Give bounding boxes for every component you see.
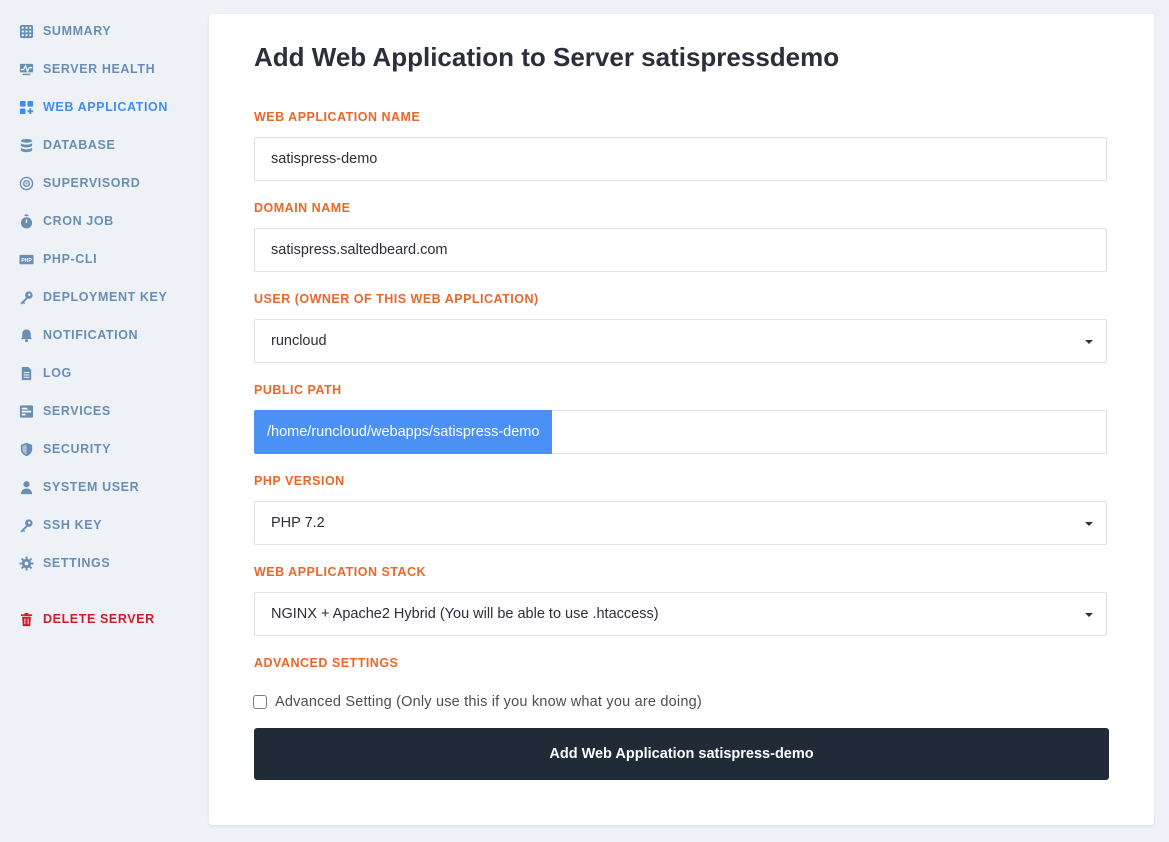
trash-icon	[18, 611, 34, 627]
delete-server-label: DELETE SERVER	[43, 612, 155, 626]
database-icon	[18, 137, 34, 153]
domain-name-value: satispress.saltedbeard.com	[271, 242, 448, 258]
php-version-value: PHP 7.2	[271, 515, 325, 531]
sidebar-item-web-application[interactable]: WEB APPLICATION	[18, 97, 168, 117]
svg-text:PHP: PHP	[21, 257, 32, 263]
sidebar-item-notification[interactable]: NOTIFICATION	[18, 325, 138, 345]
web-app-name-value: satispress-demo	[271, 151, 378, 167]
chevron-down-icon	[1085, 613, 1093, 617]
domain-name-label: DOMAIN NAME	[254, 201, 351, 215]
domain-name-input[interactable]: satispress.saltedbeard.com	[254, 228, 1107, 272]
sidebar-item-label: WEB APPLICATION	[43, 100, 168, 114]
stack-label: WEB APPLICATION STACK	[254, 565, 427, 579]
sidebar-item-ssh-key[interactable]: SSH KEY	[18, 515, 102, 535]
sidebar-item-summary[interactable]: SUMMARY	[18, 21, 111, 41]
php-icon: PHP	[18, 251, 34, 267]
sidebar-item-security[interactable]: SECURITY	[18, 439, 111, 459]
user-icon	[18, 479, 34, 495]
sidebar-item-label: SUPERVISORD	[43, 176, 141, 190]
sidebar-item-label: SETTINGS	[43, 556, 111, 570]
sidebar-item-database[interactable]: DATABASE	[18, 135, 115, 155]
page-title: Add Web Application to Server satispress…	[254, 42, 840, 72]
sidebar-item-settings[interactable]: SETTINGS	[18, 553, 110, 573]
sidebar-item-label: SYSTEM USER	[43, 480, 140, 494]
sidebar-item-services[interactable]: SERVICES	[18, 401, 111, 421]
user-label: USER (OWNER OF THIS WEB APPLICATION)	[254, 292, 539, 306]
stack-select[interactable]: NGINX + Apache2 Hybrid (You will be able…	[254, 592, 1107, 636]
sidebar-item-label: DEPLOYMENT KEY	[43, 290, 168, 304]
sidebar-item-label: LOG	[43, 366, 72, 380]
chevron-down-icon	[1085, 522, 1093, 526]
sidebar: SUMMARY SERVER HEALTH WEB APPLICATION DA…	[0, 0, 200, 842]
sidebar-item-supervisord[interactable]: SUPERVISORD	[18, 173, 140, 193]
advanced-settings-label: ADVANCED SETTINGS	[254, 656, 399, 670]
sidebar-item-label: PHP-CLI	[43, 252, 98, 266]
services-icon	[18, 403, 34, 419]
public-path-field: /home/runcloud/webapps/satispress-demo	[254, 409, 1107, 454]
sidebar-item-label: DATABASE	[43, 138, 116, 152]
web-app-name-label: WEB APPLICATION NAME	[254, 110, 421, 124]
advanced-setting-checkbox[interactable]	[253, 695, 267, 709]
sidebar-item-server-health[interactable]: SERVER HEALTH	[18, 59, 155, 79]
sidebar-item-label: SUMMARY	[43, 24, 112, 38]
sidebar-item-php-cli[interactable]: PHP PHP-CLI	[18, 249, 97, 269]
sidebar-item-log[interactable]: LOG	[18, 363, 72, 383]
advanced-setting-checkbox-label[interactable]: Advanced Setting (Only use this if you k…	[275, 694, 702, 710]
key-icon	[18, 517, 34, 533]
gear-circle-icon	[18, 175, 34, 191]
public-path-label: PUBLIC PATH	[254, 383, 342, 397]
sidebar-item-label: SECURITY	[43, 442, 112, 456]
sidebar-item-system-user[interactable]: SYSTEM USER	[18, 477, 139, 497]
public-path-prefix: /home/runcloud/webapps/satispress-demo	[254, 409, 553, 454]
public-path-input[interactable]	[552, 411, 1106, 453]
apps-grid-icon	[18, 99, 34, 115]
sidebar-item-label: CRON JOB	[43, 214, 114, 228]
chevron-down-icon	[1085, 340, 1093, 344]
stack-value: NGINX + Apache2 Hybrid (You will be able…	[271, 606, 659, 622]
user-select[interactable]: runcloud	[254, 319, 1107, 363]
php-version-label: PHP VERSION	[254, 474, 345, 488]
delete-server-button[interactable]: DELETE SERVER	[18, 609, 155, 629]
sidebar-item-label: SERVICES	[43, 404, 111, 418]
monitor-icon	[18, 61, 34, 77]
php-version-select[interactable]: PHP 7.2	[254, 501, 1107, 545]
sidebar-item-deployment-key[interactable]: DEPLOYMENT KEY	[18, 287, 167, 307]
summary-grid-icon	[18, 23, 34, 39]
sidebar-item-cron-job[interactable]: CRON JOB	[18, 211, 114, 231]
sidebar-item-label: NOTIFICATION	[43, 328, 139, 342]
key-icon	[18, 289, 34, 305]
sidebar-item-label: SERVER HEALTH	[43, 62, 156, 76]
stopwatch-icon	[18, 213, 34, 229]
sidebar-item-label: SSH KEY	[43, 518, 103, 532]
document-icon	[18, 365, 34, 381]
web-app-name-input[interactable]: satispress-demo	[254, 137, 1107, 181]
add-web-application-button[interactable]: Add Web Application satispress-demo	[254, 728, 1109, 780]
add-web-application-form: Add Web Application to Server satispress…	[209, 14, 1154, 825]
gear-icon	[18, 555, 34, 571]
bell-icon	[18, 327, 34, 343]
advanced-setting-row: Advanced Setting (Only use this if you k…	[253, 694, 702, 710]
shield-icon	[18, 441, 34, 457]
user-select-value: runcloud	[271, 333, 327, 349]
